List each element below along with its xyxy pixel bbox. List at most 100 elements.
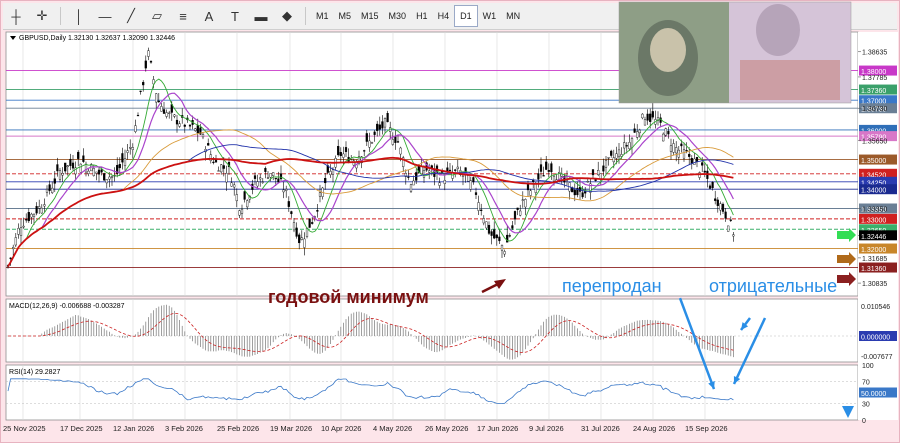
candle-body: [485, 221, 488, 229]
candle-body: [131, 147, 134, 150]
candle-body: [690, 158, 693, 164]
candle-body: [542, 175, 545, 177]
axis-label: 1.30835: [862, 281, 887, 288]
candle-body: [680, 143, 683, 147]
candle-body: [295, 227, 298, 237]
candle-body: [139, 90, 142, 92]
candle-body: [365, 133, 368, 142]
candle-body: [422, 170, 426, 178]
date-label: 25 Nov 2025: [3, 424, 46, 433]
date-label: 31 Jul 2026: [581, 424, 620, 433]
candle-body: [511, 225, 514, 229]
date-label: 26 May 2026: [425, 424, 468, 433]
candle-body: [448, 169, 452, 172]
candle-body: [529, 190, 532, 196]
candle-body: [235, 194, 238, 202]
candle-body: [155, 93, 158, 103]
candle-body: [714, 198, 717, 201]
candle-body: [212, 161, 215, 164]
candle-body: [168, 112, 171, 114]
candle-body: [17, 228, 20, 235]
candle-body: [243, 191, 246, 200]
date-label: 19 Mar 2026: [270, 424, 312, 433]
candle-body: [545, 161, 548, 170]
candle-body: [711, 181, 714, 189]
candle-body: [610, 150, 613, 156]
candle-body: [71, 162, 75, 169]
candle-body: [160, 106, 163, 112]
candle-body: [225, 173, 228, 183]
candle-body: [35, 206, 38, 214]
rsi-axis-label: 30: [862, 402, 870, 409]
candle-body: [142, 81, 145, 86]
candle-body: [708, 185, 712, 189]
candle-body: [95, 171, 98, 174]
candle-body: [667, 130, 670, 135]
candle-body: [253, 175, 257, 179]
candle-body: [500, 245, 504, 251]
rsi-axis-label: 0: [862, 418, 866, 425]
note-pattern: [740, 60, 840, 100]
candle-body: [230, 182, 233, 187]
candle-body: [474, 192, 478, 195]
candle-body: [633, 128, 636, 133]
candle-body: [311, 222, 314, 224]
candle-body: [396, 141, 400, 143]
candle-body: [209, 154, 212, 161]
candle-body: [584, 191, 587, 194]
candle-body: [602, 165, 605, 172]
candle-body: [282, 189, 285, 193]
candle-body: [732, 234, 735, 237]
candle-body: [643, 119, 647, 126]
axis-label: 1.31685: [862, 256, 887, 263]
candle-body: [147, 50, 150, 57]
candle-body: [591, 169, 595, 176]
portrait-face: [650, 28, 686, 72]
candle-body: [373, 131, 376, 135]
candle-body: [196, 125, 199, 134]
current-price-label: 1.32446: [861, 234, 886, 241]
candle-body: [573, 189, 576, 196]
candle-body: [87, 170, 90, 174]
candle-body: [178, 123, 181, 127]
candle-body: [272, 172, 275, 176]
candle-body: [308, 218, 311, 228]
axis-label: 1.33350: [862, 206, 887, 213]
candle-body: [716, 199, 719, 206]
candle-body: [688, 153, 691, 157]
candle-body: [428, 170, 431, 173]
candle-body: [646, 113, 649, 121]
price-chart-canvas[interactable]: 1.380001.373601.370001.367301.360001.357…: [0, 0, 900, 443]
date-label: 12 Jan 2026: [113, 424, 154, 433]
candle-body: [222, 165, 225, 169]
candle-body: [386, 113, 389, 123]
date-label: 9 Jul 2026: [529, 424, 564, 433]
candle-body: [45, 188, 49, 193]
candle-body: [638, 129, 641, 134]
candle-body: [675, 147, 678, 154]
candle-body: [233, 184, 236, 188]
candle-body: [363, 150, 366, 152]
macd-pane: [5, 298, 859, 363]
candle-body: [48, 184, 51, 191]
candle-body: [19, 227, 23, 236]
candle-body: [539, 164, 543, 172]
candle-body: [9, 257, 12, 259]
candle-body: [578, 187, 582, 192]
date-label: 15 Sep 2026: [685, 424, 728, 433]
candle-body: [292, 222, 296, 231]
candle-body: [30, 213, 33, 218]
macd-axis-label: -0.007677: [861, 354, 893, 361]
candle-body: [703, 170, 706, 173]
candle-body: [66, 165, 69, 168]
candle-body: [303, 238, 306, 248]
candle-body: [344, 147, 348, 152]
candle-body: [617, 149, 621, 158]
candle-body: [342, 153, 345, 158]
axis-label: 1.38635: [862, 50, 887, 57]
candle-body: [162, 109, 166, 114]
candle-body: [472, 177, 475, 183]
candle-body: [316, 210, 319, 212]
candle-body: [32, 213, 36, 217]
candle-body: [383, 118, 387, 128]
